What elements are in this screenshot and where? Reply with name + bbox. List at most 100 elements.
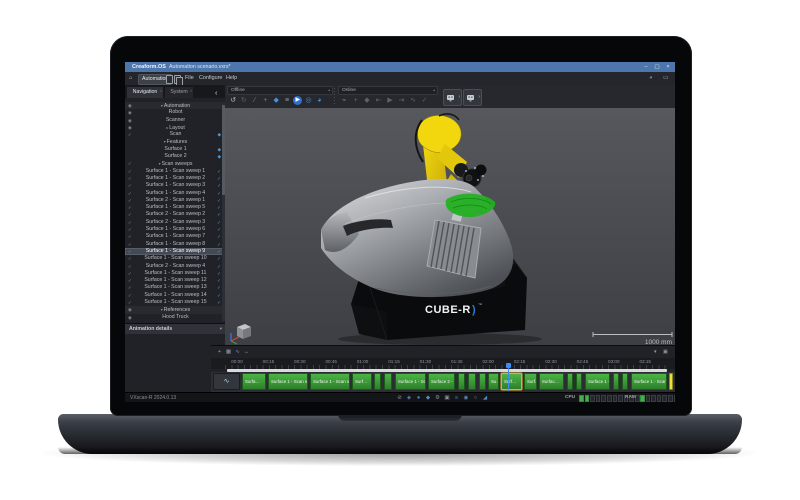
tree-item[interactable]: ◉ ▾Automation bbox=[125, 102, 225, 110]
collapse-panel-icon[interactable]: ‹ bbox=[215, 90, 217, 97]
scan-sweep-block[interactable]: Surf… bbox=[501, 373, 522, 390]
tree-item[interactable]: ◉ Hood Truck bbox=[125, 314, 225, 321]
undo-icon[interactable]: ↺ bbox=[228, 94, 238, 107]
tab-close-icon[interactable]: × bbox=[160, 86, 162, 97]
menu-item-file[interactable]: File bbox=[185, 72, 194, 85]
visibility-check-icon[interactable]: ✓ bbox=[128, 168, 132, 175]
lock-status-icon[interactable]: ⊘ bbox=[395, 393, 404, 402]
visibility-check-icon[interactable]: ✓ bbox=[128, 277, 132, 284]
wedge-status-icon[interactable]: ◢ bbox=[481, 393, 490, 402]
animation-details-header[interactable]: Animation details ▾ bbox=[125, 323, 225, 334]
robot-connect-icon[interactable]: ⌁ bbox=[339, 94, 349, 107]
expander-icon[interactable]: ▾ bbox=[161, 103, 163, 108]
scanner-pose-icon[interactable]: ◆ bbox=[271, 94, 281, 107]
scan-sweep-block[interactable]: Surf… bbox=[352, 373, 372, 390]
tree-item[interactable]: ◉ Scanner bbox=[125, 117, 225, 124]
check-icon[interactable]: ✓ bbox=[217, 263, 221, 270]
scan-sweep-block[interactable]: Surfac… bbox=[539, 373, 564, 390]
maximize-button[interactable]: ▢ bbox=[652, 62, 662, 72]
scan-sweep-block[interactable]: Surface 1 -… bbox=[585, 373, 610, 390]
tree-item[interactable]: ✓ Surface 1 - Scan sweep 7 ✓ bbox=[125, 233, 225, 240]
tree-item[interactable]: ◉ ▸Layout bbox=[125, 124, 225, 131]
visibility-check-icon[interactable]: ✓ bbox=[128, 182, 132, 189]
view-sphere-icon[interactable]: ◕ bbox=[649, 72, 653, 85]
scan-sweep-block[interactable] bbox=[567, 373, 573, 390]
scan-sweep-block[interactable] bbox=[479, 373, 486, 390]
scan-sweep-block[interactable]: Surf… bbox=[524, 373, 537, 390]
new-document-icon[interactable] bbox=[166, 75, 173, 84]
visibility-check-icon[interactable]: ✓ bbox=[128, 270, 132, 277]
check-icon[interactable]: ✓ bbox=[217, 182, 221, 189]
expander-icon[interactable]: ▸ bbox=[166, 125, 168, 130]
tree-item[interactable]: ✓ Surface 1 - Scan sweep 14 ✓ bbox=[125, 292, 225, 299]
check-icon[interactable]: ✓ bbox=[217, 168, 221, 175]
check-icon[interactable]: ✓ bbox=[217, 284, 221, 291]
tree-item[interactable]: ✓ Surface 1 - Scan sweep 11 ✓ bbox=[125, 270, 225, 277]
visibility-check-icon[interactable]: ✓ bbox=[128, 219, 132, 226]
scan-sweep-block[interactable] bbox=[576, 373, 582, 390]
play-icon[interactable]: ▶ bbox=[385, 94, 395, 107]
sphere-icon[interactable]: ◕ bbox=[314, 94, 324, 107]
tree-item[interactable]: ✓ Surface 1 - Scan sweep 12 ✓ bbox=[125, 277, 225, 284]
tree-item[interactable]: ✓ Surface 1 - Scan sweep 2 ✓ bbox=[125, 175, 225, 182]
visibility-check-icon[interactable]: ✓ bbox=[128, 255, 132, 262]
tab-close-icon[interactable]: × bbox=[190, 86, 192, 97]
visibility-check-icon[interactable]: ✓ bbox=[128, 131, 132, 138]
expander-icon[interactable]: ▾ bbox=[164, 139, 166, 144]
tree-item[interactable]: Surface 2 ◆ bbox=[125, 153, 225, 160]
fit-range-icon[interactable]: ↔ bbox=[242, 347, 251, 357]
check-icon[interactable]: ✓ bbox=[217, 277, 221, 284]
tree-item[interactable]: ✓ Surface 2 - Scan sweep 4 ✓ bbox=[125, 263, 225, 270]
eye-icon[interactable]: ◉ bbox=[128, 109, 132, 116]
visibility-check-icon[interactable]: ✓ bbox=[128, 299, 132, 306]
viewport-3d[interactable]: CUBE-R ) ™ 1000 mm bbox=[225, 108, 675, 345]
tree-item[interactable]: ✓ Surface 1 - Scan sweep 5 ✓ bbox=[125, 204, 225, 211]
eye-icon[interactable]: ◉ bbox=[128, 117, 132, 124]
validate-icon[interactable]: ✓ bbox=[420, 94, 430, 107]
list-icon[interactable]: ≡ bbox=[282, 94, 292, 107]
track-end-marker[interactable] bbox=[669, 373, 673, 390]
visibility-check-icon[interactable]: ✓ bbox=[128, 197, 132, 204]
eye-icon[interactable]: ◉ bbox=[128, 102, 132, 109]
tab-navigation[interactable]: Navigation × bbox=[127, 87, 163, 98]
tree-item[interactable]: ✓ Surface 1 - Scan sweep 15 ✓ bbox=[125, 299, 225, 306]
robot-frame-icon[interactable]: + bbox=[351, 94, 361, 107]
visibility-check-icon[interactable]: ✓ bbox=[128, 175, 132, 182]
visibility-check-icon[interactable]: ✓ bbox=[128, 263, 132, 270]
redo-icon[interactable]: ↻ bbox=[239, 94, 249, 107]
menu-item-configure[interactable]: Configure bbox=[199, 72, 222, 85]
measure-icon[interactable]: ∕ bbox=[250, 94, 260, 107]
tree-item[interactable]: ✓ Surface 1 - Scan sweep 1 ✓ bbox=[125, 168, 225, 175]
step-forward-icon[interactable]: ⇥ bbox=[397, 94, 407, 107]
visibility-check-icon[interactable]: ✓ bbox=[128, 241, 132, 248]
check-icon[interactable]: ✓ bbox=[217, 204, 221, 211]
visibility-check-icon[interactable]: ✓ bbox=[128, 204, 132, 211]
tree-item[interactable]: Surface 1 ◆ bbox=[125, 146, 225, 153]
check-icon[interactable]: ✓ bbox=[217, 219, 221, 226]
close-button[interactable]: × bbox=[663, 62, 673, 72]
scanner-icon[interactable]: ◆ bbox=[362, 94, 372, 107]
check-icon[interactable]: ✓ bbox=[217, 248, 221, 255]
robot-program-button[interactable]: › bbox=[443, 89, 462, 106]
settings-status-icon[interactable]: ⚙ bbox=[433, 393, 442, 402]
window-status-icon[interactable]: ▣ bbox=[443, 393, 452, 402]
scan-sweep-block[interactable]: Surface 1 - Scan s… bbox=[395, 373, 426, 390]
dot-status-icon[interactable]: ● bbox=[414, 393, 423, 402]
check-icon[interactable]: ✓ bbox=[217, 190, 221, 197]
check-icon[interactable]: ✓ bbox=[217, 197, 221, 204]
circle-status-icon[interactable]: ○ bbox=[471, 393, 480, 402]
simulate-play-icon[interactable]: ▶ bbox=[293, 94, 303, 107]
scan-sweep-block[interactable] bbox=[374, 373, 381, 390]
eye-icon[interactable]: ◉ bbox=[128, 306, 132, 313]
record-status-icon[interactable]: ◉ bbox=[462, 393, 471, 402]
check-icon[interactable]: ✓ bbox=[217, 299, 221, 306]
visibility-check-icon[interactable]: ✓ bbox=[128, 233, 132, 240]
check-icon[interactable]: ✓ bbox=[217, 292, 221, 299]
scan-sweep-block[interactable] bbox=[613, 373, 619, 390]
tab-system[interactable]: System × bbox=[165, 87, 193, 98]
visibility-check-icon[interactable]: ✓ bbox=[128, 292, 132, 299]
scanner-status-icon[interactable]: ◆ bbox=[424, 393, 433, 402]
tree-item[interactable]: ✓ Surface 1 - Scan sweep 13 ✓ bbox=[125, 284, 225, 291]
tree-item[interactable]: ▾Features bbox=[125, 138, 225, 145]
target-status-icon[interactable]: ◈ bbox=[405, 393, 414, 402]
